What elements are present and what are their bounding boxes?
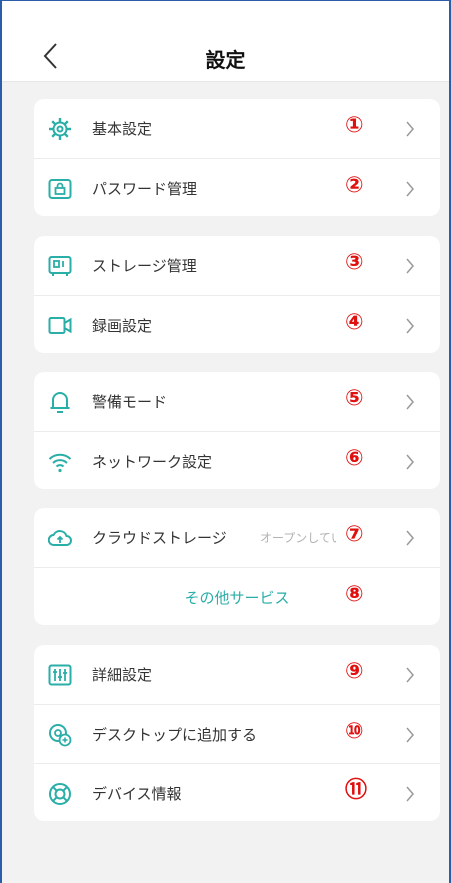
menu-item-label: 詳細設定	[92, 666, 153, 684]
marker-number: ⑤	[345, 386, 364, 411]
add-to-desktop-icon	[49, 724, 72, 747]
gear-icon	[49, 118, 71, 140]
page-title: 設定	[205, 48, 246, 72]
wifi-icon	[48, 453, 72, 473]
menu-item-label: 録画設定	[92, 317, 153, 335]
settings-group-advanced: 詳細設定 ⑨ デスクトップに追加する ⑩ デバイス情報 ⑪	[34, 645, 440, 821]
top-bar: 設定	[2, 1, 449, 82]
chevron-right-icon	[406, 454, 414, 470]
marker-number: ④	[345, 310, 364, 335]
marker-number: ⑪	[345, 778, 368, 803]
chevron-right-icon	[406, 258, 414, 274]
menu-item-label: 基本設定	[92, 120, 153, 138]
menu-item-storage-management[interactable]: ストレージ管理 ③	[34, 236, 440, 294]
marker-number: ⑨	[345, 659, 364, 684]
menu-item-label: ストレージ管理	[92, 257, 197, 275]
cloud-upload-icon	[48, 530, 72, 546]
chevron-right-icon	[406, 667, 414, 683]
bell-icon	[50, 392, 70, 413]
menu-item-basic-settings[interactable]: 基本設定 ①	[34, 99, 440, 157]
menu-item-security-mode[interactable]: 警備モード ⑤	[34, 372, 440, 430]
cloud-status-text: オープンしていません	[260, 531, 336, 545]
menu-item-device-info[interactable]: デバイス情報 ⑪	[34, 763, 440, 822]
chevron-right-icon	[406, 786, 414, 802]
menu-item-recording-settings[interactable]: 録画設定 ④	[34, 295, 440, 354]
settings-group-security: 警備モード ⑤ ネットワーク設定 ⑥	[34, 372, 440, 489]
marker-number: ①	[345, 113, 364, 138]
menu-item-label: ネットワーク設定	[92, 453, 213, 471]
sliders-icon	[48, 664, 72, 686]
menu-item-label: 警備モード	[92, 393, 168, 411]
menu-item-label: デバイス情報	[92, 785, 182, 803]
menu-item-network-settings[interactable]: ネットワーク設定 ⑥	[34, 431, 440, 490]
settings-group-cloud: クラウドストレージ オープンしていません ⑦ その他サービス ⑧	[34, 508, 440, 625]
marker-number: ②	[345, 173, 364, 198]
menu-item-advanced-settings[interactable]: 詳細設定 ⑨	[34, 645, 440, 703]
menu-item-label: デスクトップに追加する	[92, 726, 258, 744]
marker-number: ⑦	[345, 522, 364, 547]
menu-item-add-to-desktop[interactable]: デスクトップに追加する ⑩	[34, 704, 440, 763]
chevron-right-icon	[406, 181, 414, 197]
chevron-right-icon	[406, 121, 414, 137]
chevron-right-icon	[406, 394, 414, 410]
menu-item-password[interactable]: パスワード管理 ②	[34, 158, 440, 217]
storage-icon	[48, 256, 72, 276]
marker-number: ③	[345, 250, 364, 275]
chevron-right-icon	[406, 727, 414, 743]
menu-item-label: パスワード管理	[92, 180, 198, 198]
chevron-right-icon	[406, 318, 414, 334]
marker-number: ⑥	[345, 446, 364, 471]
marker-number: ⑧	[345, 582, 364, 607]
chevron-right-icon	[406, 530, 414, 546]
marker-number: ⑩	[345, 719, 364, 744]
lifebuoy-icon	[49, 783, 71, 805]
other-services-link[interactable]: その他サービス ⑧	[34, 567, 440, 626]
other-services-label: その他サービス	[184, 589, 290, 607]
settings-group-storage: ストレージ管理 ③ 録画設定 ④	[34, 236, 440, 353]
video-camera-icon	[48, 317, 72, 334]
settings-group-basic: 基本設定 ① パスワード管理 ②	[34, 99, 440, 216]
menu-item-label: クラウドストレージ	[92, 529, 227, 547]
menu-item-cloud-storage[interactable]: クラウドストレージ オープンしていません ⑦	[34, 508, 440, 566]
lock-icon	[48, 179, 72, 199]
